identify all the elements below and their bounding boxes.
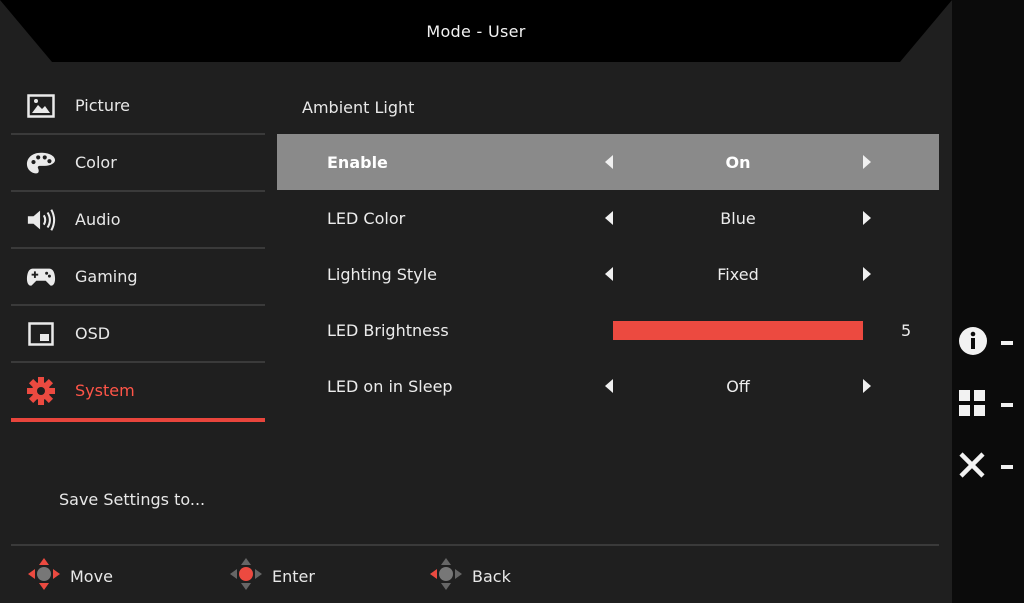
hint-label: Back	[472, 566, 511, 586]
sidebar-item-label: Audio	[75, 210, 121, 229]
arrow-right-icon[interactable]	[863, 267, 871, 281]
arrow-left-icon[interactable]	[605, 267, 613, 281]
arrow-right-icon[interactable]	[863, 379, 871, 393]
picture-icon	[26, 91, 56, 121]
grid-icon	[958, 389, 986, 421]
dpad-enter-icon	[228, 556, 264, 596]
footer-divider	[11, 544, 939, 546]
arrow-left-icon[interactable]	[605, 379, 613, 393]
title-bar: Mode - User	[0, 0, 952, 62]
osd-window-icon	[26, 319, 56, 349]
dpad-move-icon	[26, 556, 62, 596]
sidebar-item-label: Color	[75, 153, 117, 172]
arrow-right-icon[interactable]	[863, 211, 871, 225]
setting-label: LED Color	[327, 208, 406, 228]
arrow-left-icon[interactable]	[605, 155, 613, 169]
setting-label: LED on in Sleep	[327, 376, 453, 396]
brightness-slider-fill	[613, 320, 863, 340]
hint-enter: Enter	[228, 556, 315, 596]
setting-row-led-color[interactable]: LED Color Blue	[277, 190, 939, 246]
setting-row-enable[interactable]: Enable On	[277, 134, 939, 190]
sidebar-item-label: System	[75, 381, 135, 400]
setting-value: On	[725, 152, 751, 172]
hint-move: Move	[26, 556, 113, 596]
hint-label: Enter	[272, 566, 315, 586]
key-dash	[1001, 341, 1013, 345]
sidebar-item-osd[interactable]: OSD	[11, 306, 265, 363]
palette-icon	[26, 148, 56, 178]
settings-list: Enable On LED Color Blue Lighting Style …	[277, 134, 939, 414]
hint-label: Move	[70, 566, 113, 586]
key-dash	[1001, 465, 1013, 469]
setting-row-lighting-style[interactable]: Lighting Style Fixed	[277, 246, 939, 302]
sidebar-item-picture[interactable]: Picture	[11, 78, 265, 135]
brightness-value: 5	[901, 320, 912, 340]
osd-menu: Mode - User Picture Color Audio Gaming O…	[0, 0, 952, 603]
setting-value: Blue	[720, 208, 756, 228]
setting-label: Lighting Style	[327, 264, 437, 284]
save-settings-button[interactable]: Save Settings to...	[59, 490, 205, 509]
arrow-right-icon[interactable]	[863, 155, 871, 169]
brightness-slider[interactable]	[613, 320, 863, 340]
close-icon	[958, 451, 986, 483]
key-menu[interactable]	[958, 390, 1014, 420]
sidebar-item-label: Picture	[75, 96, 131, 115]
footer: Move Enter Back	[0, 556, 952, 596]
setting-value: Fixed	[717, 264, 759, 284]
sidebar-item-label: Gaming	[75, 267, 138, 286]
key-info[interactable]	[958, 326, 1014, 360]
sidebar: Picture Color Audio Gaming OSD System	[11, 78, 265, 422]
dpad-back-icon	[428, 556, 464, 596]
setting-row-led-brightness[interactable]: LED Brightness 5	[277, 302, 939, 358]
sidebar-item-audio[interactable]: Audio	[11, 192, 265, 249]
sidebar-item-gaming[interactable]: Gaming	[11, 249, 265, 306]
setting-value: Off	[726, 376, 750, 396]
key-dash	[1001, 403, 1013, 407]
sidebar-item-system[interactable]: System	[11, 363, 265, 422]
speaker-icon	[26, 205, 56, 235]
setting-row-led-on-in-sleep[interactable]: LED on in Sleep Off	[277, 358, 939, 414]
sidebar-item-label: OSD	[75, 324, 111, 343]
section-title: Ambient Light	[302, 98, 415, 117]
setting-label: LED Brightness	[327, 320, 449, 340]
page-title: Mode - User	[426, 22, 526, 41]
info-icon	[958, 326, 988, 360]
setting-label: Enable	[327, 152, 388, 172]
hardware-key-labels	[952, 0, 1024, 603]
arrow-left-icon[interactable]	[605, 211, 613, 225]
sidebar-item-color[interactable]: Color	[11, 135, 265, 192]
gear-icon	[26, 376, 56, 406]
hint-back: Back	[428, 556, 511, 596]
gamepad-icon	[26, 262, 56, 292]
key-close[interactable]	[958, 452, 1014, 482]
